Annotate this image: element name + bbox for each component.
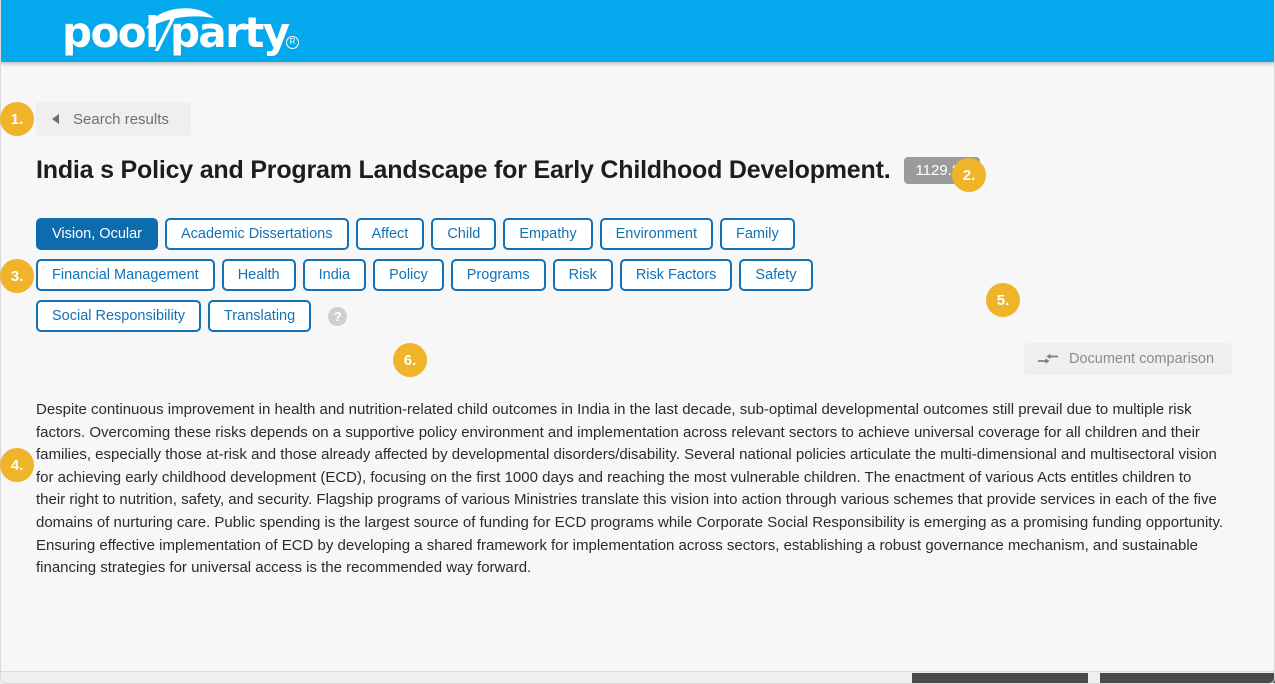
document-comparison-label: Document comparison bbox=[1069, 351, 1214, 367]
annotation-badge-6: 6. bbox=[393, 343, 427, 377]
concept-tag[interactable]: Family bbox=[720, 218, 795, 250]
triangle-left-icon bbox=[52, 114, 59, 124]
concept-tag[interactable]: Health bbox=[222, 259, 296, 291]
concept-tag[interactable]: India bbox=[303, 259, 366, 291]
scrollbar-thumb[interactable] bbox=[912, 673, 1088, 683]
application-window: pool/party R Search results India s Poli… bbox=[0, 0, 1275, 684]
page-canvas: Search results India s Policy and Progra… bbox=[0, 62, 1275, 672]
concept-tag[interactable]: Financial Management bbox=[36, 259, 215, 291]
registered-trademark-icon: R bbox=[286, 36, 299, 49]
concept-tag[interactable]: Risk Factors bbox=[620, 259, 733, 291]
concept-tag-list: Vision, OcularAcademic DissertationsAffe… bbox=[36, 218, 826, 332]
document-title-row: India s Policy and Program Landscape for… bbox=[36, 156, 980, 185]
scrollbar-thumb-secondary[interactable] bbox=[1100, 673, 1275, 683]
annotation-badge-3: 3. bbox=[0, 259, 34, 293]
concept-tag[interactable]: Environment bbox=[600, 218, 713, 250]
annotation-badge-5: 5. bbox=[986, 283, 1020, 317]
concept-tag[interactable]: Social Responsibility bbox=[36, 300, 201, 332]
poolparty-logo[interactable]: pool/party R bbox=[62, 5, 262, 55]
concept-tag[interactable]: Affect bbox=[356, 218, 425, 250]
concept-tag[interactable]: Risk bbox=[553, 259, 613, 291]
annotation-badge-2: 2. bbox=[952, 158, 986, 192]
concept-tag[interactable]: Translating bbox=[208, 300, 311, 332]
back-to-search-results-button[interactable]: Search results bbox=[36, 102, 191, 136]
annotation-badge-4: 4. bbox=[0, 448, 34, 482]
concept-tag[interactable]: Policy bbox=[373, 259, 444, 291]
concept-tag[interactable]: Academic Dissertations bbox=[165, 218, 349, 250]
help-icon[interactable]: ? bbox=[328, 307, 347, 326]
concept-tag[interactable]: Child bbox=[431, 218, 496, 250]
back-button-label: Search results bbox=[73, 111, 169, 128]
document-abstract: Despite continuous improvement in health… bbox=[36, 399, 1224, 580]
page-title: India s Policy and Program Landscape for… bbox=[36, 156, 890, 185]
horizontal-scrollbar[interactable] bbox=[0, 671, 1275, 684]
concept-tag[interactable]: Empathy bbox=[503, 218, 592, 250]
umbrella-icon bbox=[144, 5, 216, 31]
concept-tag[interactable]: Vision, Ocular bbox=[36, 218, 158, 250]
concept-tag[interactable]: Programs bbox=[451, 259, 546, 291]
annotation-badge-1: 1. bbox=[0, 102, 34, 136]
concept-tag[interactable]: Safety bbox=[739, 259, 812, 291]
brand-header-bar: pool/party R bbox=[0, 0, 1275, 62]
document-comparison-button[interactable]: Document comparison bbox=[1024, 343, 1232, 375]
compare-arrows-icon bbox=[1038, 351, 1058, 367]
